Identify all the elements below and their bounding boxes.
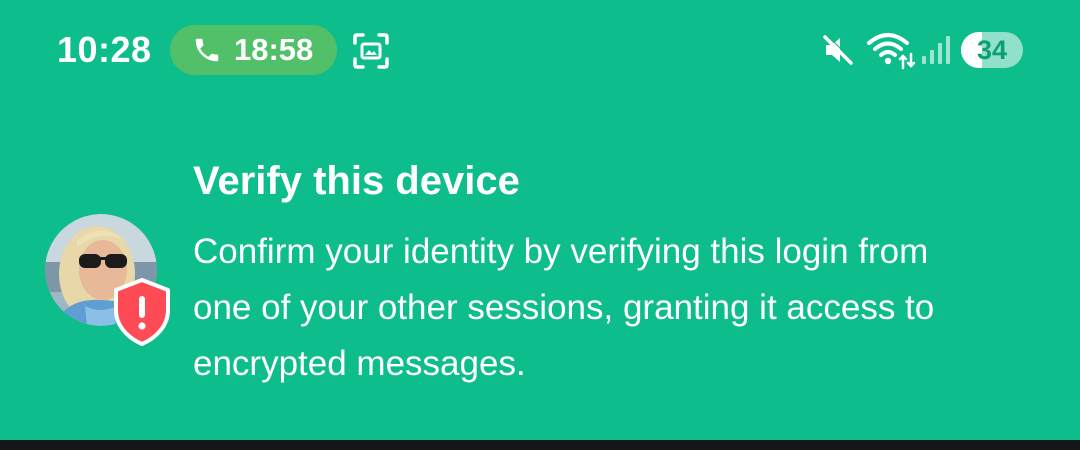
- screenshot-icon: [353, 33, 389, 69]
- wifi-icon: [867, 33, 916, 70]
- ongoing-call-pill[interactable]: 18:58: [170, 25, 337, 75]
- call-duration: 18:58: [234, 32, 314, 67]
- mute-icon: [823, 34, 854, 65]
- status-clock: 10:28: [57, 29, 152, 70]
- status-bar: 10:28 18:58 34: [0, 0, 1080, 100]
- signal-icon: [922, 36, 950, 64]
- banner-title: Verify this device: [193, 159, 520, 203]
- banner-message: Confirm your identity by verifying this …: [193, 232, 935, 383]
- battery-icon: 34: [961, 32, 1023, 68]
- phone-icon: [195, 38, 219, 62]
- shield-warning-icon: [114, 278, 170, 346]
- bottom-divider: [0, 440, 1080, 450]
- battery-level: 34: [976, 35, 1008, 65]
- verification-screen: 10:28 18:58 34 Verify this device Confir…: [0, 0, 1080, 450]
